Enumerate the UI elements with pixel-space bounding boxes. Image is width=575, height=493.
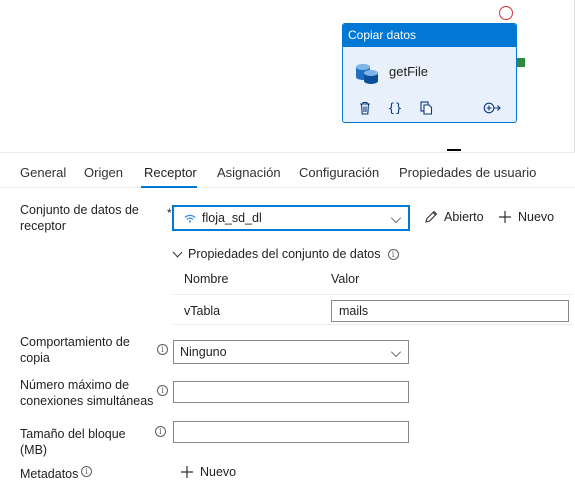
- dataset-value: floja_sd_dl: [202, 211, 262, 225]
- activity-body: getFile: [343, 47, 516, 87]
- properties-tabs: General Origen Receptor Asignación Confi…: [0, 152, 575, 188]
- active-tab-indicator: [141, 186, 197, 188]
- plus-icon: [181, 466, 193, 478]
- info-icon: i: [157, 385, 168, 396]
- copy-icon[interactable]: [418, 99, 434, 117]
- plus-icon: [499, 211, 511, 223]
- dataset-label: Conjunto de datos de receptor: [20, 203, 139, 233]
- param-value-input[interactable]: mails: [331, 300, 569, 322]
- info-icon: i: [157, 344, 168, 355]
- copy-behavior-label: Comportamiento de copia: [20, 335, 130, 365]
- new-dataset-button[interactable]: Nuevo: [498, 210, 554, 224]
- panel-resize-handle[interactable]: [447, 149, 461, 151]
- param-name: vTabla: [184, 304, 221, 318]
- dataset-select[interactable]: floja_sd_dl: [172, 205, 410, 231]
- copy-data-icon: [356, 64, 378, 84]
- max-connections-input[interactable]: [173, 381, 409, 403]
- required-marker: *: [167, 206, 172, 220]
- table-divider: [173, 294, 573, 295]
- max-connections-label: Número máximo de conexiones simultáneas: [20, 378, 154, 408]
- dataset-properties-toggle[interactable]: Propiedades del conjunto de datos i: [172, 247, 399, 261]
- column-header-value: Valor: [331, 272, 360, 286]
- code-icon[interactable]: {}: [387, 99, 403, 117]
- add-metadata-button[interactable]: Nuevo: [180, 465, 236, 479]
- activity-type-label: Copiar datos: [343, 24, 516, 47]
- tab-origen[interactable]: Origen: [84, 165, 123, 180]
- dataset-properties-header: Propiedades del conjunto de datos: [188, 247, 381, 261]
- chevron-down-icon: [390, 212, 402, 224]
- tab-configuracion[interactable]: Configuración: [299, 165, 379, 180]
- activity-actions: {}: [343, 99, 516, 117]
- delete-icon[interactable]: [357, 99, 373, 117]
- success-output-port[interactable]: [517, 58, 525, 67]
- copy-behavior-value: Ninguno: [180, 345, 227, 359]
- pipeline-canvas[interactable]: Copiar datos getFile {}: [0, 0, 575, 152]
- tab-propiedades-usuario[interactable]: Propiedades de usuario: [399, 165, 536, 180]
- edit-pencil-icon: [425, 210, 438, 223]
- info-icon: i: [81, 466, 92, 477]
- chevron-down-icon: [172, 247, 183, 258]
- new-dataset-label: Nuevo: [518, 210, 555, 224]
- column-header-name: Nombre: [184, 272, 229, 286]
- info-icon: i: [155, 426, 166, 437]
- open-dataset-label: Abierto: [444, 210, 484, 224]
- block-size-input[interactable]: [173, 421, 409, 443]
- copy-activity-node[interactable]: Copiar datos getFile {}: [342, 23, 517, 123]
- error-status-icon: [499, 6, 513, 20]
- block-size-label: Tamaño del bloque (MB): [20, 427, 126, 457]
- open-dataset-button[interactable]: Abierto: [424, 210, 484, 224]
- tab-receptor[interactable]: Receptor: [144, 165, 197, 180]
- table-divider: [173, 324, 573, 325]
- info-icon: i: [387, 248, 399, 260]
- dataset-link-icon: [184, 214, 196, 223]
- copy-behavior-select[interactable]: Ninguno: [173, 340, 409, 364]
- metadata-label: Metadatos: [20, 467, 79, 481]
- activity-name: getFile: [389, 64, 429, 79]
- tab-asignacion[interactable]: Asignación: [217, 165, 281, 180]
- add-metadata-label: Nuevo: [200, 465, 237, 479]
- tab-general[interactable]: General: [20, 165, 66, 180]
- chevron-down-icon: [390, 346, 402, 358]
- add-output-icon[interactable]: [482, 99, 502, 117]
